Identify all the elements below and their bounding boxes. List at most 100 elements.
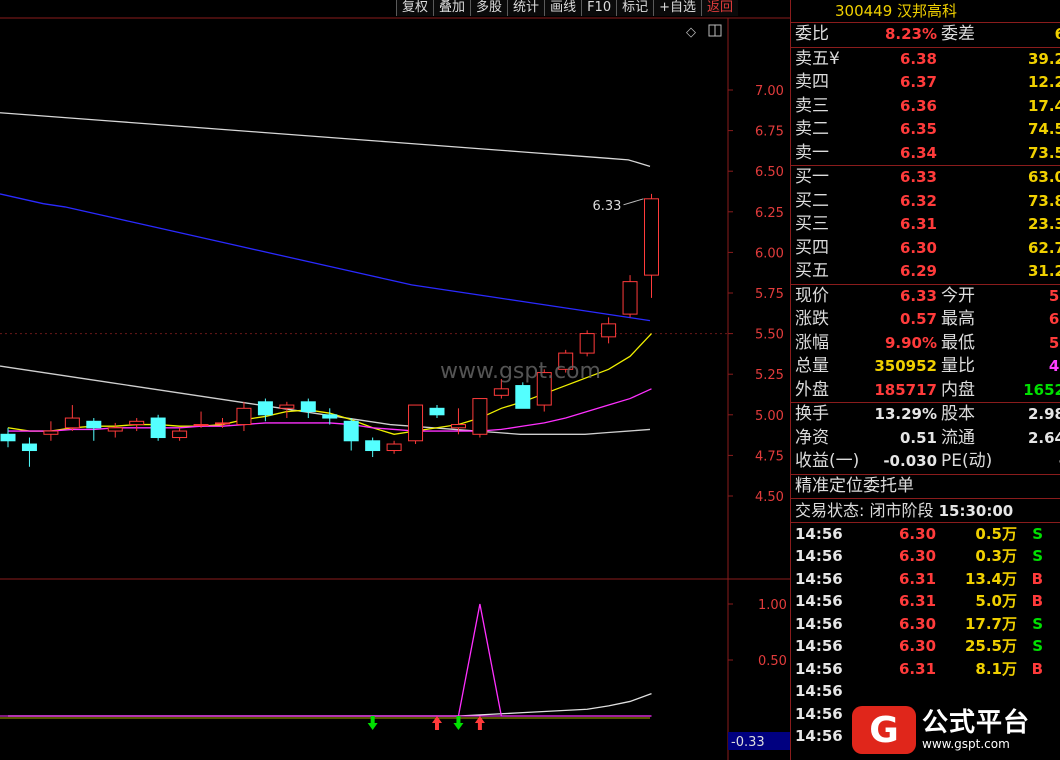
order-section-title[interactable]: 精准定位委托单 [791,475,1060,499]
toolbar-button-0[interactable]: 复权 [396,0,434,16]
price-tick-label: 5.25 [755,368,784,383]
bid-label: 买一 [795,167,829,187]
ask-label: 卖二 [795,119,829,139]
fundamental-value: -0.030 [883,452,937,470]
fundamental-value-2: 2.98 [1027,405,1060,423]
ask-volume: 39.2 [1027,49,1060,68]
toolbar-button-8[interactable]: 返回 [701,0,739,16]
candle-up [193,424,209,427]
stock-code: 300449 [835,2,893,20]
ask-row[interactable]: 卖三 6.36 17.4 [791,95,1060,119]
candle-down [86,420,102,429]
toolbar-button-5[interactable]: F10 [581,0,617,16]
price-tick-label: 5.75 [755,287,784,302]
candle-down [429,407,445,416]
ma-blue-line [0,193,651,322]
order-ratio-value: 8.23% [884,25,937,43]
bid-row[interactable]: 买三 6.31 23.3 [791,213,1060,237]
price-tick-label: 5.00 [755,409,784,424]
tick-volume: 0.5万 [975,524,1017,543]
tick-side: B [1031,592,1043,610]
bid-row[interactable]: 买二 6.32 73.8 [791,190,1060,214]
candle-down [300,401,316,413]
toolbar-button-7[interactable]: +自选 [653,0,702,16]
price-tick-label: 4.50 [755,490,784,505]
candle-down [322,414,338,419]
tick-time: 14:56 [795,682,843,700]
kline-chart[interactable]: ◇ 7.00 6.75 6.50 6.25 6.00 5.75 5.50 5.25 5.00 4.7… [0,0,790,760]
ask-label: 卖五¥ [795,48,840,69]
bid-volume: 73.8 [1027,191,1060,210]
trade-status-time: 15:30:00 [938,501,1014,520]
fundamental-value-2: 2.64 [1027,428,1060,447]
fundamental-label: 收益(一) [795,451,860,471]
quote-label: 涨跌 [795,309,829,329]
bid-label: 买三 [795,214,829,234]
quote-label: 涨幅 [795,332,829,353]
tick-volume: 0.3万 [975,547,1017,565]
ask-row[interactable]: 卖五¥ 6.38 39.2 [791,48,1060,72]
stock-name: 汉邦高科 [897,2,958,20]
fundamental-label: 换手 [795,404,829,424]
candle-up [450,424,466,429]
toolbar-button-2[interactable]: 多股 [470,0,508,16]
ask-row[interactable]: 卖四 6.37 12.2 [791,71,1060,95]
price-tick-label: 4.75 [755,449,784,464]
tick-price: 6.31 [899,659,937,678]
ask-label: 卖三 [795,95,829,116]
indicator-readout: -0.33 [731,735,765,750]
quote-row: 外盘 185717 内盘 1652 [791,379,1060,403]
quote-value-2: 1652 [1023,380,1060,399]
bid-row[interactable]: 买五 6.29 31.2 [791,260,1060,284]
tick-row: 14:56 6.30 17.7万 S [791,613,1060,636]
toolbar-button-3[interactable]: 统计 [507,0,545,16]
tick-price: 6.30 [899,614,937,633]
tick-volume: 5.0万 [975,592,1017,610]
bid-row[interactable]: 买四 6.30 62.7 [791,237,1060,261]
quote-row: 现价 6.33 今开 5. [791,285,1060,309]
bid-price: 6.32 [899,191,937,210]
ask-price: 6.34 [899,143,937,162]
logo-badge-icon: G [852,706,916,754]
tick-side: S [1032,547,1043,565]
tick-side: S [1032,524,1043,543]
quote-row: 涨幅 9.90% 最低 5. [791,332,1060,356]
candle-up [644,198,659,276]
kline-chart-panel[interactable]: ◇ 7.00 6.75 6.50 6.25 6.00 5.75 5.50 5.25 5.00 4.7… [0,0,790,760]
ask-volume: 17.4 [1027,96,1060,115]
quote-value-2: 5. [1048,333,1060,352]
tick-row: 14:56 6.31 8.1万 B [791,658,1060,681]
candle-down [257,401,273,416]
tick-time: 14:56 [795,569,843,588]
ask-row[interactable]: 卖一 6.34 73.5 [791,142,1060,166]
bid-row[interactable]: 买一 6.33 63.0 [791,166,1060,190]
chart-toolbar: 复权 叠加 多股 统计 画线 F10 标记 +自选 返回 [396,0,739,16]
quote-label: 现价 [795,285,829,306]
ask-label: 卖四 [795,72,829,92]
tick-time: 14:56 [795,704,843,723]
tick-time: 14:56 [795,614,843,633]
toolbar-button-6[interactable]: 标记 [616,0,654,16]
toolbar-button-1[interactable]: 叠加 [433,0,471,16]
order-diff-label: 委差 [941,24,975,44]
price-tick-label: 6.75 [755,125,784,140]
tick-volume: 17.7万 [964,614,1017,633]
tick-side: B [1031,659,1043,678]
ask-price: 6.37 [899,73,937,91]
bid-volume: 62.7 [1027,238,1060,257]
candle-up [622,281,638,315]
fundamental-label: 净资 [795,427,829,448]
price-tick-label: 6.25 [755,206,784,221]
candle-up [172,430,188,439]
toolbar-button-4[interactable]: 画线 [544,0,582,16]
fundamental-row: 换手 13.29% 股本 2.98 [791,403,1060,427]
watermark-logo: G 公式平台 www.gspt.com [852,700,1060,760]
tick-time: 14:56 [795,524,843,543]
candle-up [472,398,488,435]
ask-row[interactable]: 卖二 6.35 74.5 [791,118,1060,142]
diamond-icon: ◇ [686,25,696,40]
candle-up [129,420,145,426]
quote-panel: 300449 汉邦高科 委比 8.23% 委差 6 卖五¥ 6.38 39.2 卖… [790,0,1060,760]
bid-price: 6.33 [899,168,937,186]
tick-row: 14:56 6.30 0.3万 S [791,545,1060,568]
